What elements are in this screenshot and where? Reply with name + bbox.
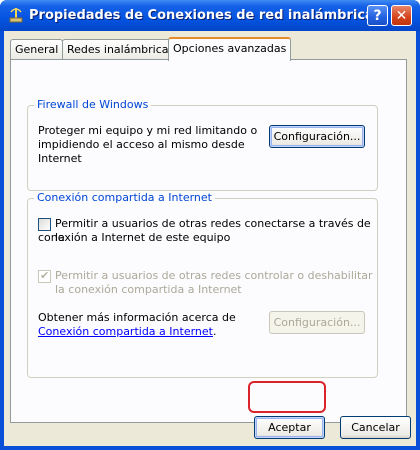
dialog-window: Propiedades de Conexiones de red inalámb…: [0, 0, 420, 450]
tab-general[interactable]: General: [10, 39, 64, 59]
firewall-group: Firewall de Windows Proteger mi equipo y…: [27, 98, 378, 191]
firewall-description-line3: Internet: [38, 152, 82, 165]
ics-configuration-button: Configuración...: [269, 311, 365, 334]
allow-connect-checkbox[interactable]: [38, 218, 51, 231]
tab-redes-inalambricas[interactable]: Redes inalámbricas: [62, 39, 180, 59]
allow-control-checkbox: ✔: [38, 269, 51, 283]
firewall-configuration-button[interactable]: Configuración...: [269, 125, 365, 148]
help-button[interactable]: ?: [367, 5, 388, 26]
ics-legend: Conexión compartida a Internet: [34, 191, 215, 204]
ics-info-line: Conexión compartida a Internet.: [38, 325, 216, 339]
tab-panel: Firewall de Windows Proteger mi equipo y…: [10, 59, 407, 423]
allow-connect-label-line2: conexión a Internet de este equipo: [38, 231, 231, 244]
allow-control-label-line2: la conexión compartida a Internet: [55, 283, 242, 296]
ok-button[interactable]: Aceptar: [254, 416, 325, 439]
ics-info-period: .: [212, 325, 217, 338]
network-icon: [9, 8, 23, 23]
close-button[interactable]: ✕: [391, 5, 412, 26]
window-title: Propiedades de Conexiones de red inalámb…: [29, 8, 382, 23]
title-bar[interactable]: Propiedades de Conexiones de red inalámb…: [0, 0, 420, 31]
firewall-legend: Firewall de Windows: [34, 98, 152, 111]
ok-button-highlight: [248, 381, 326, 413]
ics-group: Conexión compartida a Internet Permitir …: [27, 191, 378, 378]
checkmark-icon: ✔: [40, 269, 50, 282]
firewall-description-line2: impidiendo el acceso al mismo desde: [38, 138, 245, 151]
firewall-description-line1: Proteger mi equipo y mi red limitando o: [38, 124, 258, 137]
ics-info-text: Obtener más información acerca de: [38, 311, 236, 324]
cancel-button[interactable]: Cancelar: [340, 416, 411, 439]
tab-opciones-avanzadas[interactable]: Opciones avanzadas: [168, 37, 292, 61]
ics-help-link[interactable]: Conexión compartida a Internet: [38, 325, 213, 338]
allow-control-label-line1: Permitir a usuarios de otras redes contr…: [55, 269, 373, 282]
dialog-body: General Redes inalámbricas Opciones avan…: [4, 31, 416, 446]
